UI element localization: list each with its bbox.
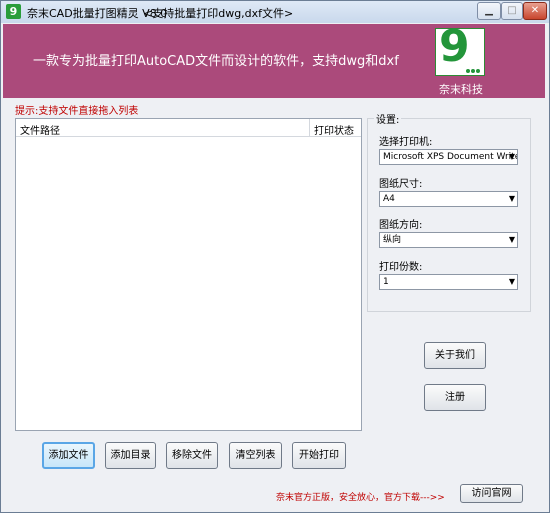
paper-size-value: A4 xyxy=(383,194,395,204)
header-banner: 一款专为批量打印AutoCAD文件而设计的软件，支持dwg和dxf 9 奈末科技 xyxy=(3,21,545,98)
clear-list-button[interactable]: 清空列表 xyxy=(229,442,282,469)
about-us-button[interactable]: 关于我们 xyxy=(424,342,486,369)
orientation-select[interactable]: 纵向 ▼ xyxy=(379,232,518,248)
copies-select[interactable]: 1 ▼ xyxy=(379,274,518,290)
app-icon: 9 xyxy=(6,4,21,19)
close-button[interactable]: ✕ xyxy=(523,2,547,20)
official-download-notice: 奈末官方正版，安全放心，官方下载--->> xyxy=(276,493,445,503)
window-subtitle: <支持批量打印dwg,dxf文件> xyxy=(143,7,294,20)
title-bar[interactable]: 9 奈末CAD批量打图精灵 V8.0 <支持批量打印dwg,dxf文件> ▁ □… xyxy=(1,1,549,23)
visit-website-button[interactable]: 访问官网 xyxy=(460,484,523,503)
column-header-file-path[interactable]: 文件路径 xyxy=(20,122,60,137)
file-list-header: 文件路径 打印状态 xyxy=(16,119,361,137)
copies-value: 1 xyxy=(383,277,389,287)
chevron-down-icon: ▼ xyxy=(508,277,515,286)
printer-select-value: Microsoft XPS Document Write xyxy=(383,152,518,162)
start-print-button[interactable]: 开始打印 xyxy=(292,442,346,469)
minimize-button[interactable]: ▁ xyxy=(477,2,501,20)
add-file-button[interactable]: 添加文件 xyxy=(42,442,95,469)
copies-label: 打印份数: xyxy=(379,262,423,273)
app-window: 9 奈末CAD批量打图精灵 V8.0 <支持批量打印dwg,dxf文件> ▁ □… xyxy=(0,0,550,513)
company-name: 奈末科技 xyxy=(439,83,483,96)
printer-label: 选择打印机: xyxy=(379,137,433,148)
banner-slogan: 一款专为批量打印AutoCAD文件而设计的软件，支持dwg和dxf xyxy=(33,54,399,69)
orientation-label: 图纸方向: xyxy=(379,220,423,231)
settings-group: 选择打印机: Microsoft XPS Document Write ▼ 图纸… xyxy=(367,118,531,312)
remove-file-button[interactable]: 移除文件 xyxy=(166,442,218,469)
chevron-down-icon: ▼ xyxy=(508,152,515,161)
column-divider[interactable] xyxy=(309,119,310,136)
company-logo: 9 xyxy=(435,21,485,76)
printer-select[interactable]: Microsoft XPS Document Write ▼ xyxy=(379,149,518,165)
drag-drop-hint: 提示:支持文件直接拖入列表 xyxy=(15,106,139,117)
add-directory-button[interactable]: 添加目录 xyxy=(105,442,156,469)
chevron-down-icon: ▼ xyxy=(508,235,515,244)
column-header-print-status[interactable]: 打印状态 xyxy=(314,122,354,137)
file-list[interactable]: 文件路径 打印状态 xyxy=(15,118,362,431)
paper-size-select[interactable]: A4 ▼ xyxy=(379,191,518,207)
paper-size-label: 图纸尺寸: xyxy=(379,179,423,190)
logo-dots-icon xyxy=(466,63,482,73)
orientation-value: 纵向 xyxy=(383,235,402,245)
settings-legend: 设置: xyxy=(374,111,402,126)
register-button[interactable]: 注册 xyxy=(424,384,486,411)
maximize-button[interactable]: □ xyxy=(501,2,523,20)
chevron-down-icon: ▼ xyxy=(508,194,515,203)
